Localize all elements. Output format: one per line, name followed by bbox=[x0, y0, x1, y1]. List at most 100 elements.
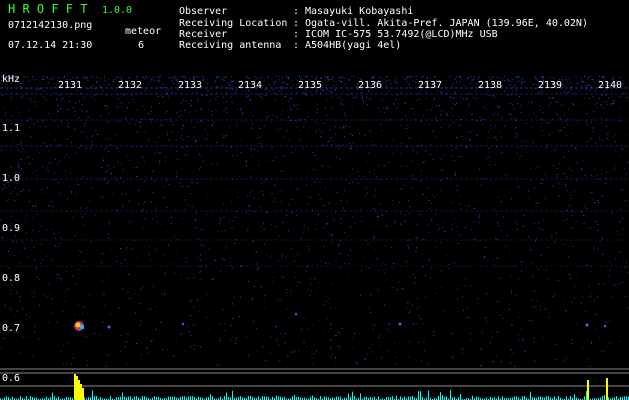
noise-pixel bbox=[549, 77, 551, 79]
noise-pixel bbox=[460, 97, 462, 99]
noise-pixel bbox=[571, 342, 573, 344]
noise-pixel bbox=[602, 253, 603, 255]
noise-pixel bbox=[114, 79, 116, 81]
noise-pixel bbox=[300, 237, 302, 239]
noise-pixel bbox=[151, 341, 153, 342]
noise-pixel bbox=[8, 251, 9, 252]
trace-bar bbox=[190, 396, 191, 400]
noise-pixel bbox=[510, 197, 512, 199]
noise-pixel bbox=[117, 107, 119, 109]
noise-pixel bbox=[404, 220, 406, 222]
noise-pixel bbox=[396, 82, 398, 84]
noise-pixel bbox=[319, 319, 321, 321]
noise-pixel bbox=[188, 102, 190, 104]
noise-pixel bbox=[626, 267, 628, 269]
noise-pixel bbox=[585, 203, 587, 205]
noise-pixel bbox=[544, 174, 546, 176]
noise-pixel bbox=[416, 151, 418, 153]
noise-pixel bbox=[463, 85, 465, 86]
noise-pixel bbox=[619, 208, 621, 210]
noise-pixel bbox=[212, 277, 214, 279]
noise-pixel bbox=[606, 137, 608, 139]
noise-pixel bbox=[170, 121, 172, 123]
noise-pixel bbox=[416, 307, 418, 309]
noise-pixel bbox=[500, 361, 502, 363]
noise-pixel bbox=[563, 127, 565, 128]
noise-pixel bbox=[446, 113, 448, 114]
noise-pixel bbox=[166, 207, 168, 208]
noise-pixel bbox=[533, 337, 535, 339]
noise-pixel bbox=[263, 299, 265, 300]
noise-pixel bbox=[19, 112, 21, 114]
noise-pixel bbox=[36, 316, 38, 317]
noise-pixel bbox=[483, 257, 485, 258]
noise-pixel bbox=[333, 80, 335, 82]
noise-pixel bbox=[339, 348, 341, 350]
noise-pixel bbox=[236, 337, 238, 339]
noise-pixel bbox=[370, 130, 371, 132]
trace-bar bbox=[446, 396, 447, 400]
noise-pixel bbox=[144, 218, 146, 220]
noise-pixel bbox=[140, 127, 142, 129]
noise-pixel bbox=[233, 296, 235, 298]
noise-pixel bbox=[156, 215, 158, 217]
noise-pixel bbox=[581, 78, 582, 80]
noise-pixel bbox=[582, 81, 584, 83]
noise-pixel bbox=[372, 208, 374, 209]
noise-pixel bbox=[264, 88, 266, 90]
noise-pixel bbox=[414, 277, 416, 278]
noise-pixel bbox=[541, 130, 543, 132]
noise-pixel bbox=[38, 304, 40, 306]
noise-pixel bbox=[469, 332, 471, 334]
noise-pixel bbox=[508, 252, 510, 254]
noise-pixel bbox=[271, 201, 273, 203]
noise-pixel bbox=[547, 143, 549, 145]
noise-pixel bbox=[233, 80, 234, 82]
noise-pixel bbox=[584, 76, 586, 77]
noise-pixel bbox=[489, 164, 491, 166]
noise-pixel bbox=[168, 138, 170, 140]
noise-pixel bbox=[72, 107, 74, 109]
noise-pixel bbox=[281, 256, 283, 258]
noise-pixel bbox=[433, 197, 435, 198]
trace-bar bbox=[602, 396, 603, 400]
noise-pixel bbox=[397, 94, 399, 96]
noise-pixel bbox=[58, 278, 60, 279]
noise-pixel bbox=[365, 194, 367, 196]
noise-pixel bbox=[373, 194, 375, 196]
noise-pixel bbox=[20, 151, 22, 153]
noise-pixel bbox=[73, 299, 75, 301]
noise-pixel bbox=[261, 76, 263, 78]
noise-pixel bbox=[408, 239, 410, 241]
noise-pixel bbox=[601, 76, 603, 78]
noise-pixel bbox=[290, 247, 292, 249]
noise-pixel bbox=[197, 101, 199, 103]
noise-pixel bbox=[585, 121, 587, 123]
noise-pixel bbox=[403, 78, 405, 80]
noise-pixel bbox=[226, 101, 228, 102]
noise-pixel bbox=[383, 271, 385, 273]
noise-pixel bbox=[596, 102, 598, 104]
noise-pixel bbox=[517, 334, 519, 336]
noise-pixel bbox=[158, 136, 160, 138]
noise-pixel bbox=[379, 334, 381, 335]
noise-pixel bbox=[289, 98, 290, 100]
noise-pixel bbox=[187, 135, 188, 137]
noise-pixel bbox=[232, 155, 234, 157]
noise-pixel bbox=[295, 149, 296, 151]
noise-pixel bbox=[472, 79, 474, 81]
trace-bar bbox=[574, 394, 575, 400]
noise-pixel bbox=[136, 176, 137, 177]
noise-pixel bbox=[352, 168, 354, 170]
noise-pixel bbox=[374, 209, 376, 211]
noise-pixel bbox=[201, 229, 203, 231]
noise-pixel bbox=[247, 77, 249, 79]
noise-pixel bbox=[451, 85, 453, 87]
noise-pixel bbox=[103, 177, 105, 179]
noise-pixel bbox=[368, 152, 370, 154]
noise-pixel bbox=[197, 99, 199, 101]
noise-pixel bbox=[39, 152, 41, 154]
noise-pixel bbox=[584, 97, 586, 98]
trace-bar bbox=[312, 395, 313, 400]
noise-pixel bbox=[428, 259, 430, 261]
